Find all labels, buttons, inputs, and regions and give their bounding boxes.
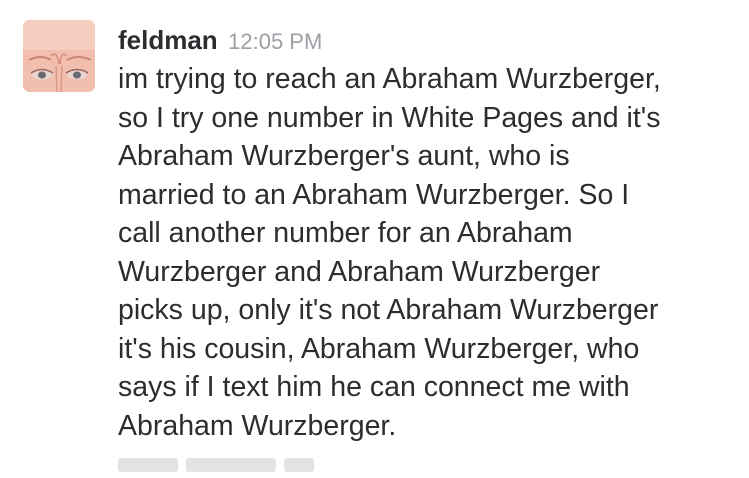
chat-message: feldman 12:05 PM im trying to reach an A… — [0, 0, 749, 472]
avatar-face-icon — [23, 20, 95, 92]
message-content: feldman 12:05 PM im trying to reach an A… — [118, 20, 738, 445]
user-avatar[interactable] — [23, 20, 95, 92]
author-name[interactable]: feldman — [118, 25, 218, 55]
message-line: so I try one number in White Pages and i… — [118, 101, 661, 134]
message-line: im trying to reach an Abraham Wurzberger… — [118, 63, 661, 95]
next-message-cutoff — [118, 458, 328, 478]
message-text: im trying to reach an Abraham Wurzberger… — [118, 60, 738, 445]
message-line: Abraham Wurzberger's aunt, who is — [118, 140, 570, 172]
message-line: call another number for an Abraham — [118, 217, 573, 249]
message-line: Abraham Wurzberger. — [118, 409, 397, 442]
cutoff-text-fragment — [118, 458, 178, 472]
cutoff-text-fragment — [186, 458, 276, 472]
message-line: picks up, only it's not Abraham Wurzberg… — [118, 294, 659, 326]
message-header: feldman 12:05 PM — [118, 20, 738, 60]
message-line: married to an Abraham Wurzberger. So I — [118, 178, 630, 211]
message-timestamp[interactable]: 12:05 PM — [228, 29, 322, 54]
message-line: Wurzberger and Abraham Wurzberger — [118, 255, 601, 288]
message-line: says if I text him he can connect me wit… — [118, 371, 630, 403]
cutoff-text-fragment — [284, 458, 314, 472]
message-line: it's his cousin, Abraham Wurzberger, who — [118, 332, 640, 365]
